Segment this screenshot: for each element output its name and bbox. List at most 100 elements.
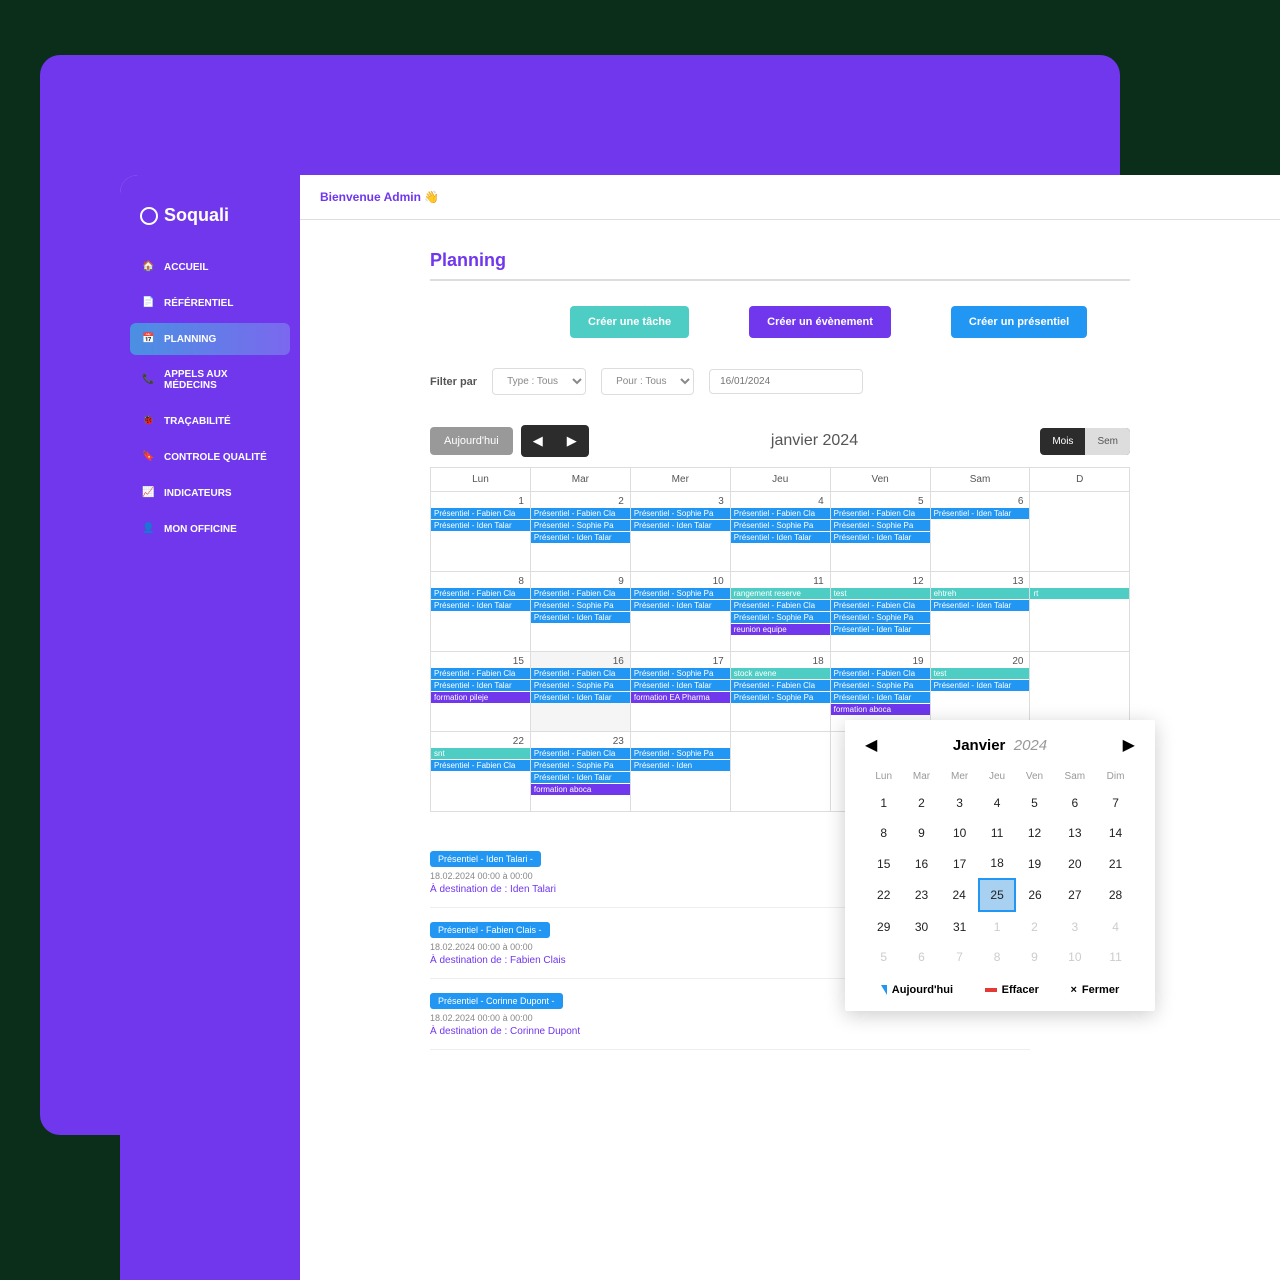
dp-day[interactable]: 5: [865, 942, 902, 972]
sidebar-item-controle qualité[interactable]: 🔖CONTROLE QUALITÉ: [130, 441, 290, 473]
calendar-event[interactable]: Présentiel - Fabien Cla: [531, 668, 630, 679]
calendar-event[interactable]: Présentiel - Sophie Pa: [831, 520, 930, 531]
dp-day[interactable]: 18: [979, 848, 1016, 879]
dp-day[interactable]: 4: [979, 788, 1016, 818]
view-month-button[interactable]: Mois: [1040, 428, 1085, 455]
calendar-event[interactable]: formation EA Pharma: [631, 692, 730, 703]
calendar-event[interactable]: Présentiel - Sophie Pa: [631, 748, 730, 759]
dp-today-button[interactable]: Aujourd'hui: [881, 984, 953, 996]
calendar-event[interactable]: Présentiel - Fabien Cla: [731, 680, 830, 691]
calendar-cell[interactable]: 22sntPrésentiel - Fabien Cla: [431, 732, 531, 812]
calendar-event[interactable]: Présentiel - Iden Talar: [431, 520, 530, 531]
sidebar-item-indicateurs[interactable]: 📈INDICATEURS: [130, 477, 290, 509]
calendar-cell[interactable]: 12testPrésentiel - Fabien ClaPrésentiel …: [830, 572, 930, 652]
calendar-event[interactable]: Présentiel - Fabien Cla: [831, 508, 930, 519]
sidebar-item-accueil[interactable]: 🏠ACCUEIL: [130, 251, 290, 283]
calendar-event[interactable]: Présentiel - Iden Talar: [631, 680, 730, 691]
dp-day[interactable]: 10: [1054, 942, 1096, 972]
calendar-event[interactable]: Présentiel - Fabien Cla: [831, 600, 930, 611]
dp-day[interactable]: 1: [979, 911, 1016, 942]
calendar-cell[interactable]: 3Présentiel - Sophie PaPrésentiel - Iden…: [630, 492, 730, 572]
sidebar-item-traçabilité[interactable]: 🐞TRAÇABILITÉ: [130, 405, 290, 437]
calendar-cell[interactable]: [1030, 492, 1130, 572]
calendar-event[interactable]: Présentiel - Sophie Pa: [631, 668, 730, 679]
create-presentiel-button[interactable]: Créer un présentiel: [951, 306, 1087, 338]
calendar-cell[interactable]: 18stock avenePrésentiel - Fabien ClaPrés…: [730, 652, 830, 732]
calendar-cell[interactable]: 8Présentiel - Fabien ClaPrésentiel - Ide…: [431, 572, 531, 652]
calendar-event[interactable]: Présentiel - Fabien Cla: [531, 748, 630, 759]
calendar-event[interactable]: Présentiel - Iden Talar: [831, 624, 930, 635]
calendar-cell[interactable]: 15Présentiel - Fabien ClaPrésentiel - Id…: [431, 652, 531, 732]
dp-day[interactable]: 5: [1015, 788, 1053, 818]
calendar-event[interactable]: Présentiel - Iden Talar: [931, 600, 1030, 611]
calendar-event[interactable]: Présentiel - Sophie Pa: [731, 692, 830, 703]
calendar-cell[interactable]: 23Présentiel - Fabien ClaPrésentiel - So…: [530, 732, 630, 812]
calendar-event[interactable]: formation aboca: [531, 784, 630, 795]
dp-day[interactable]: 25: [979, 879, 1016, 911]
calendar-event[interactable]: Présentiel - Iden Talar: [531, 532, 630, 543]
calendar-event[interactable]: reunion equipe: [731, 624, 830, 635]
dp-day[interactable]: 9: [1015, 942, 1053, 972]
calendar-event[interactable]: Présentiel - Sophie Pa: [531, 760, 630, 771]
view-week-button[interactable]: Sem: [1085, 428, 1130, 455]
calendar-event[interactable]: test: [931, 668, 1030, 679]
calendar-cell[interactable]: 13ehtrehPrésentiel - Iden Talar: [930, 572, 1030, 652]
dp-day[interactable]: 16: [902, 848, 940, 879]
filter-pour-select[interactable]: Pour : Tous: [601, 368, 694, 395]
calendar-event[interactable]: Présentiel - Sophie Pa: [531, 520, 630, 531]
dp-clear-button[interactable]: Effacer: [985, 984, 1039, 996]
dp-day[interactable]: 14: [1096, 818, 1135, 848]
calendar-event[interactable]: Présentiel - Iden Talar: [431, 680, 530, 691]
dp-close-button[interactable]: ×Fermer: [1070, 984, 1119, 996]
dp-day[interactable]: 10: [941, 818, 979, 848]
dp-day[interactable]: 27: [1054, 879, 1096, 911]
dp-day[interactable]: 3: [1054, 911, 1096, 942]
calendar-event[interactable]: Présentiel - Fabien Cla: [431, 588, 530, 599]
dp-day[interactable]: 21: [1096, 848, 1135, 879]
calendar-event[interactable]: Présentiel - Iden Talar: [931, 680, 1030, 691]
dp-day[interactable]: 7: [1096, 788, 1135, 818]
calendar-event[interactable]: Présentiel - Fabien Cla: [531, 508, 630, 519]
dp-day[interactable]: 29: [865, 911, 902, 942]
dp-day[interactable]: 15: [865, 848, 902, 879]
dp-day[interactable]: 4: [1096, 911, 1135, 942]
create-event-button[interactable]: Créer un évènement: [749, 306, 891, 338]
filter-type-select[interactable]: Type : Tous: [492, 368, 586, 395]
calendar-cell[interactable]: 9Présentiel - Fabien ClaPrésentiel - Sop…: [530, 572, 630, 652]
calendar-cell[interactable]: 4Présentiel - Fabien ClaPrésentiel - Sop…: [730, 492, 830, 572]
dp-day[interactable]: 9: [902, 818, 940, 848]
calendar-event[interactable]: Présentiel - Sophie Pa: [631, 508, 730, 519]
calendar-event[interactable]: Présentiel - Fabien Cla: [731, 508, 830, 519]
calendar-event[interactable]: rt: [1030, 588, 1129, 599]
calendar-event[interactable]: Présentiel - Iden Talar: [831, 532, 930, 543]
dp-day[interactable]: 7: [941, 942, 979, 972]
dp-day[interactable]: 31: [941, 911, 979, 942]
calendar-cell[interactable]: 6Présentiel - Iden Talar: [930, 492, 1030, 572]
dp-day[interactable]: 19: [1015, 848, 1053, 879]
calendar-event[interactable]: Présentiel - Sophie Pa: [631, 588, 730, 599]
dp-day[interactable]: 8: [979, 942, 1016, 972]
calendar-event[interactable]: Présentiel - Fabien Cla: [431, 760, 530, 771]
calendar-event[interactable]: Présentiel - Iden Talar: [731, 532, 830, 543]
calendar-event[interactable]: ehtreh: [931, 588, 1030, 599]
calendar-event[interactable]: Présentiel - Fabien Cla: [831, 668, 930, 679]
calendar-event[interactable]: Présentiel - Fabien Cla: [531, 588, 630, 599]
calendar-event[interactable]: Présentiel - Sophie Pa: [731, 612, 830, 623]
calendar-event[interactable]: Présentiel - Iden Talar: [531, 772, 630, 783]
calendar-event[interactable]: Présentiel - Sophie Pa: [531, 680, 630, 691]
dp-day[interactable]: 30: [902, 911, 940, 942]
filter-date-input[interactable]: [709, 369, 863, 394]
calendar-event[interactable]: formation pileje: [431, 692, 530, 703]
dp-day[interactable]: 6: [1054, 788, 1096, 818]
calendar-event[interactable]: Présentiel - Iden: [631, 760, 730, 771]
calendar-cell[interactable]: 10Présentiel - Sophie PaPrésentiel - Ide…: [630, 572, 730, 652]
dp-day[interactable]: 24: [941, 879, 979, 911]
calendar-event[interactable]: Présentiel - Fabien Cla: [431, 508, 530, 519]
prev-month-button[interactable]: ◀: [521, 425, 555, 457]
calendar-event[interactable]: Présentiel - Iden Talar: [631, 600, 730, 611]
calendar-event[interactable]: Présentiel - Sophie Pa: [831, 680, 930, 691]
sidebar-item-mon officine[interactable]: 👤MON OFFICINE: [130, 513, 290, 545]
dp-day[interactable]: 20: [1054, 848, 1096, 879]
dp-day[interactable]: 11: [1096, 942, 1135, 972]
calendar-event[interactable]: Présentiel - Fabien Cla: [431, 668, 530, 679]
